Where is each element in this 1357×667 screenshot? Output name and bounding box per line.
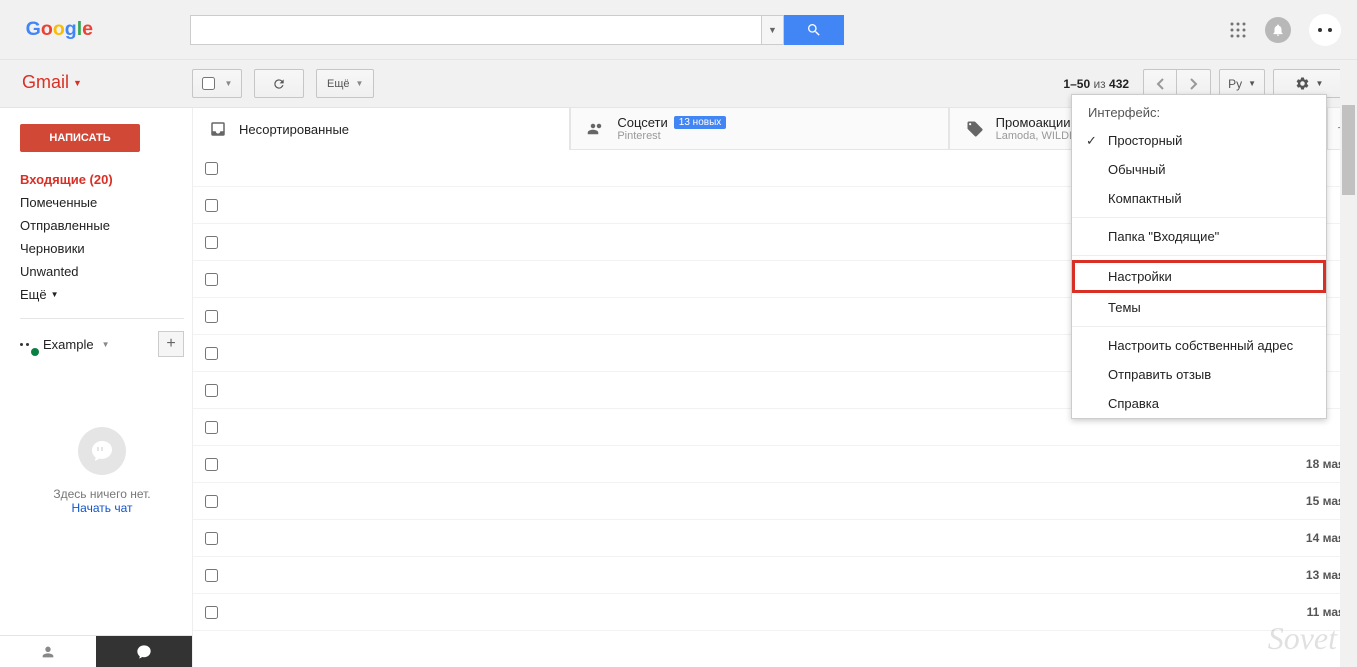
mail-row[interactable]: 18 мая bbox=[193, 446, 1357, 483]
presence-indicator bbox=[20, 340, 39, 348]
dropdown-item[interactable]: Отправить отзыв bbox=[1072, 360, 1326, 389]
mail-checkbox[interactable] bbox=[205, 273, 218, 286]
sidebar: Gmail▼ НАПИСАТЬ Входящие (20)ПомеченныеО… bbox=[0, 108, 192, 667]
mail-checkbox[interactable] bbox=[205, 606, 218, 619]
settings-dropdown: Интерфейс: ПросторныйОбычныйКомпактный П… bbox=[1071, 94, 1327, 419]
hangouts-tab[interactable] bbox=[96, 636, 192, 667]
hangouts-empty-text: Здесь ничего нет. bbox=[20, 487, 184, 501]
dropdown-item[interactable]: Папка "Входящие" bbox=[1072, 222, 1326, 251]
sidebar-item-2[interactable]: Отправленные bbox=[20, 214, 184, 237]
select-all-checkbox[interactable] bbox=[202, 77, 215, 90]
dropdown-item[interactable]: Темы bbox=[1072, 293, 1326, 322]
mail-checkbox[interactable] bbox=[205, 384, 218, 397]
sidebar-footer bbox=[0, 635, 192, 667]
select-all-button[interactable]: ▼ bbox=[192, 69, 242, 98]
svg-text:Google: Google bbox=[26, 18, 94, 40]
mail-checkbox[interactable] bbox=[205, 347, 218, 360]
chat-username: Example bbox=[43, 337, 94, 352]
mail-checkbox[interactable] bbox=[205, 495, 218, 508]
refresh-button[interactable] bbox=[254, 69, 304, 98]
account-avatar[interactable] bbox=[1309, 14, 1341, 46]
mail-checkbox[interactable] bbox=[205, 569, 218, 582]
hangouts-empty: Здесь ничего нет. Начать чат bbox=[20, 427, 184, 515]
tab-primary[interactable]: Несортированные bbox=[193, 108, 570, 150]
mail-row[interactable]: 11 мая bbox=[193, 594, 1357, 631]
notifications-icon[interactable] bbox=[1265, 17, 1291, 43]
search-button[interactable] bbox=[784, 15, 844, 45]
page-count: 1–50 из 432 bbox=[1063, 77, 1129, 91]
mail-row[interactable]: 13 мая bbox=[193, 557, 1357, 594]
dropdown-item[interactable]: Справка bbox=[1072, 389, 1326, 418]
sidebar-item-1[interactable]: Помеченные bbox=[20, 191, 184, 214]
new-chat-button[interactable]: + bbox=[158, 331, 184, 357]
mail-checkbox[interactable] bbox=[205, 162, 218, 175]
hangouts-icon-small bbox=[136, 644, 152, 660]
tab-primary-label: Несортированные bbox=[239, 122, 349, 137]
mail-row[interactable]: 14 мая bbox=[193, 520, 1357, 557]
person-icon bbox=[40, 644, 56, 660]
apps-icon[interactable] bbox=[1229, 21, 1247, 39]
more-button[interactable]: Ещё▼ bbox=[316, 69, 374, 98]
header-right bbox=[1229, 14, 1341, 46]
refresh-icon bbox=[272, 77, 286, 91]
mail-checkbox[interactable] bbox=[205, 532, 218, 545]
tab-social-badge: 13 новых bbox=[674, 116, 727, 129]
sidebar-nav: Входящие (20)ПомеченныеОтправленныеЧерно… bbox=[20, 168, 184, 306]
inbox-icon bbox=[207, 120, 229, 138]
contacts-tab[interactable] bbox=[0, 636, 96, 667]
mail-row[interactable]: 15 мая bbox=[193, 483, 1357, 520]
mail-checkbox[interactable] bbox=[205, 199, 218, 212]
mail-checkbox[interactable] bbox=[205, 421, 218, 434]
people-icon bbox=[585, 120, 607, 138]
start-chat-link[interactable]: Начать чат bbox=[20, 501, 184, 515]
tab-promo-label: Промоакции bbox=[996, 115, 1071, 130]
tag-icon bbox=[964, 120, 986, 138]
mail-checkbox[interactable] bbox=[205, 310, 218, 323]
header: Google ▼ bbox=[0, 0, 1357, 60]
dropdown-item[interactable]: Настроить собственный адрес bbox=[1072, 331, 1326, 360]
chevron-left-icon bbox=[1156, 78, 1164, 90]
mail-checkbox[interactable] bbox=[205, 458, 218, 471]
gmail-menu[interactable]: Gmail▼ bbox=[22, 72, 82, 93]
search-icon bbox=[806, 22, 822, 38]
scrollbar-thumb[interactable] bbox=[1342, 105, 1355, 195]
dropdown-item[interactable]: Просторный bbox=[1072, 126, 1326, 155]
sidebar-item-0[interactable]: Входящие (20) bbox=[20, 168, 184, 191]
hangouts-icon bbox=[78, 427, 126, 475]
dropdown-header: Интерфейс: bbox=[1072, 95, 1326, 126]
chat-section: Example ▼ + Здесь ничего нет. Начать чат bbox=[20, 318, 184, 515]
compose-button[interactable]: НАПИСАТЬ bbox=[20, 124, 140, 152]
google-logo[interactable]: Google bbox=[24, 15, 116, 45]
sidebar-item-5[interactable]: Ещё▼ bbox=[20, 283, 184, 306]
search-input[interactable] bbox=[191, 16, 761, 44]
dropdown-item[interactable]: Обычный bbox=[1072, 155, 1326, 184]
scrollbar[interactable] bbox=[1340, 60, 1357, 667]
tab-social[interactable]: Соцсети 13 новых Pinterest bbox=[570, 108, 948, 150]
tab-social-label: Соцсети bbox=[617, 115, 667, 130]
chat-user-row[interactable]: Example ▼ + bbox=[20, 331, 184, 357]
mail-checkbox[interactable] bbox=[205, 236, 218, 249]
dropdown-item[interactable]: Настройки bbox=[1072, 260, 1326, 293]
search-box: ▼ bbox=[190, 15, 784, 45]
gear-icon bbox=[1295, 76, 1310, 91]
sidebar-item-3[interactable]: Черновики bbox=[20, 237, 184, 260]
sidebar-item-4[interactable]: Unwanted bbox=[20, 260, 184, 283]
search-container: ▼ bbox=[190, 15, 844, 45]
dropdown-item[interactable]: Компактный bbox=[1072, 184, 1326, 213]
chevron-right-icon bbox=[1190, 78, 1198, 90]
search-options-dropdown[interactable]: ▼ bbox=[761, 16, 783, 44]
tab-social-sub: Pinterest bbox=[617, 130, 726, 142]
more-label: Ещё bbox=[327, 78, 350, 90]
